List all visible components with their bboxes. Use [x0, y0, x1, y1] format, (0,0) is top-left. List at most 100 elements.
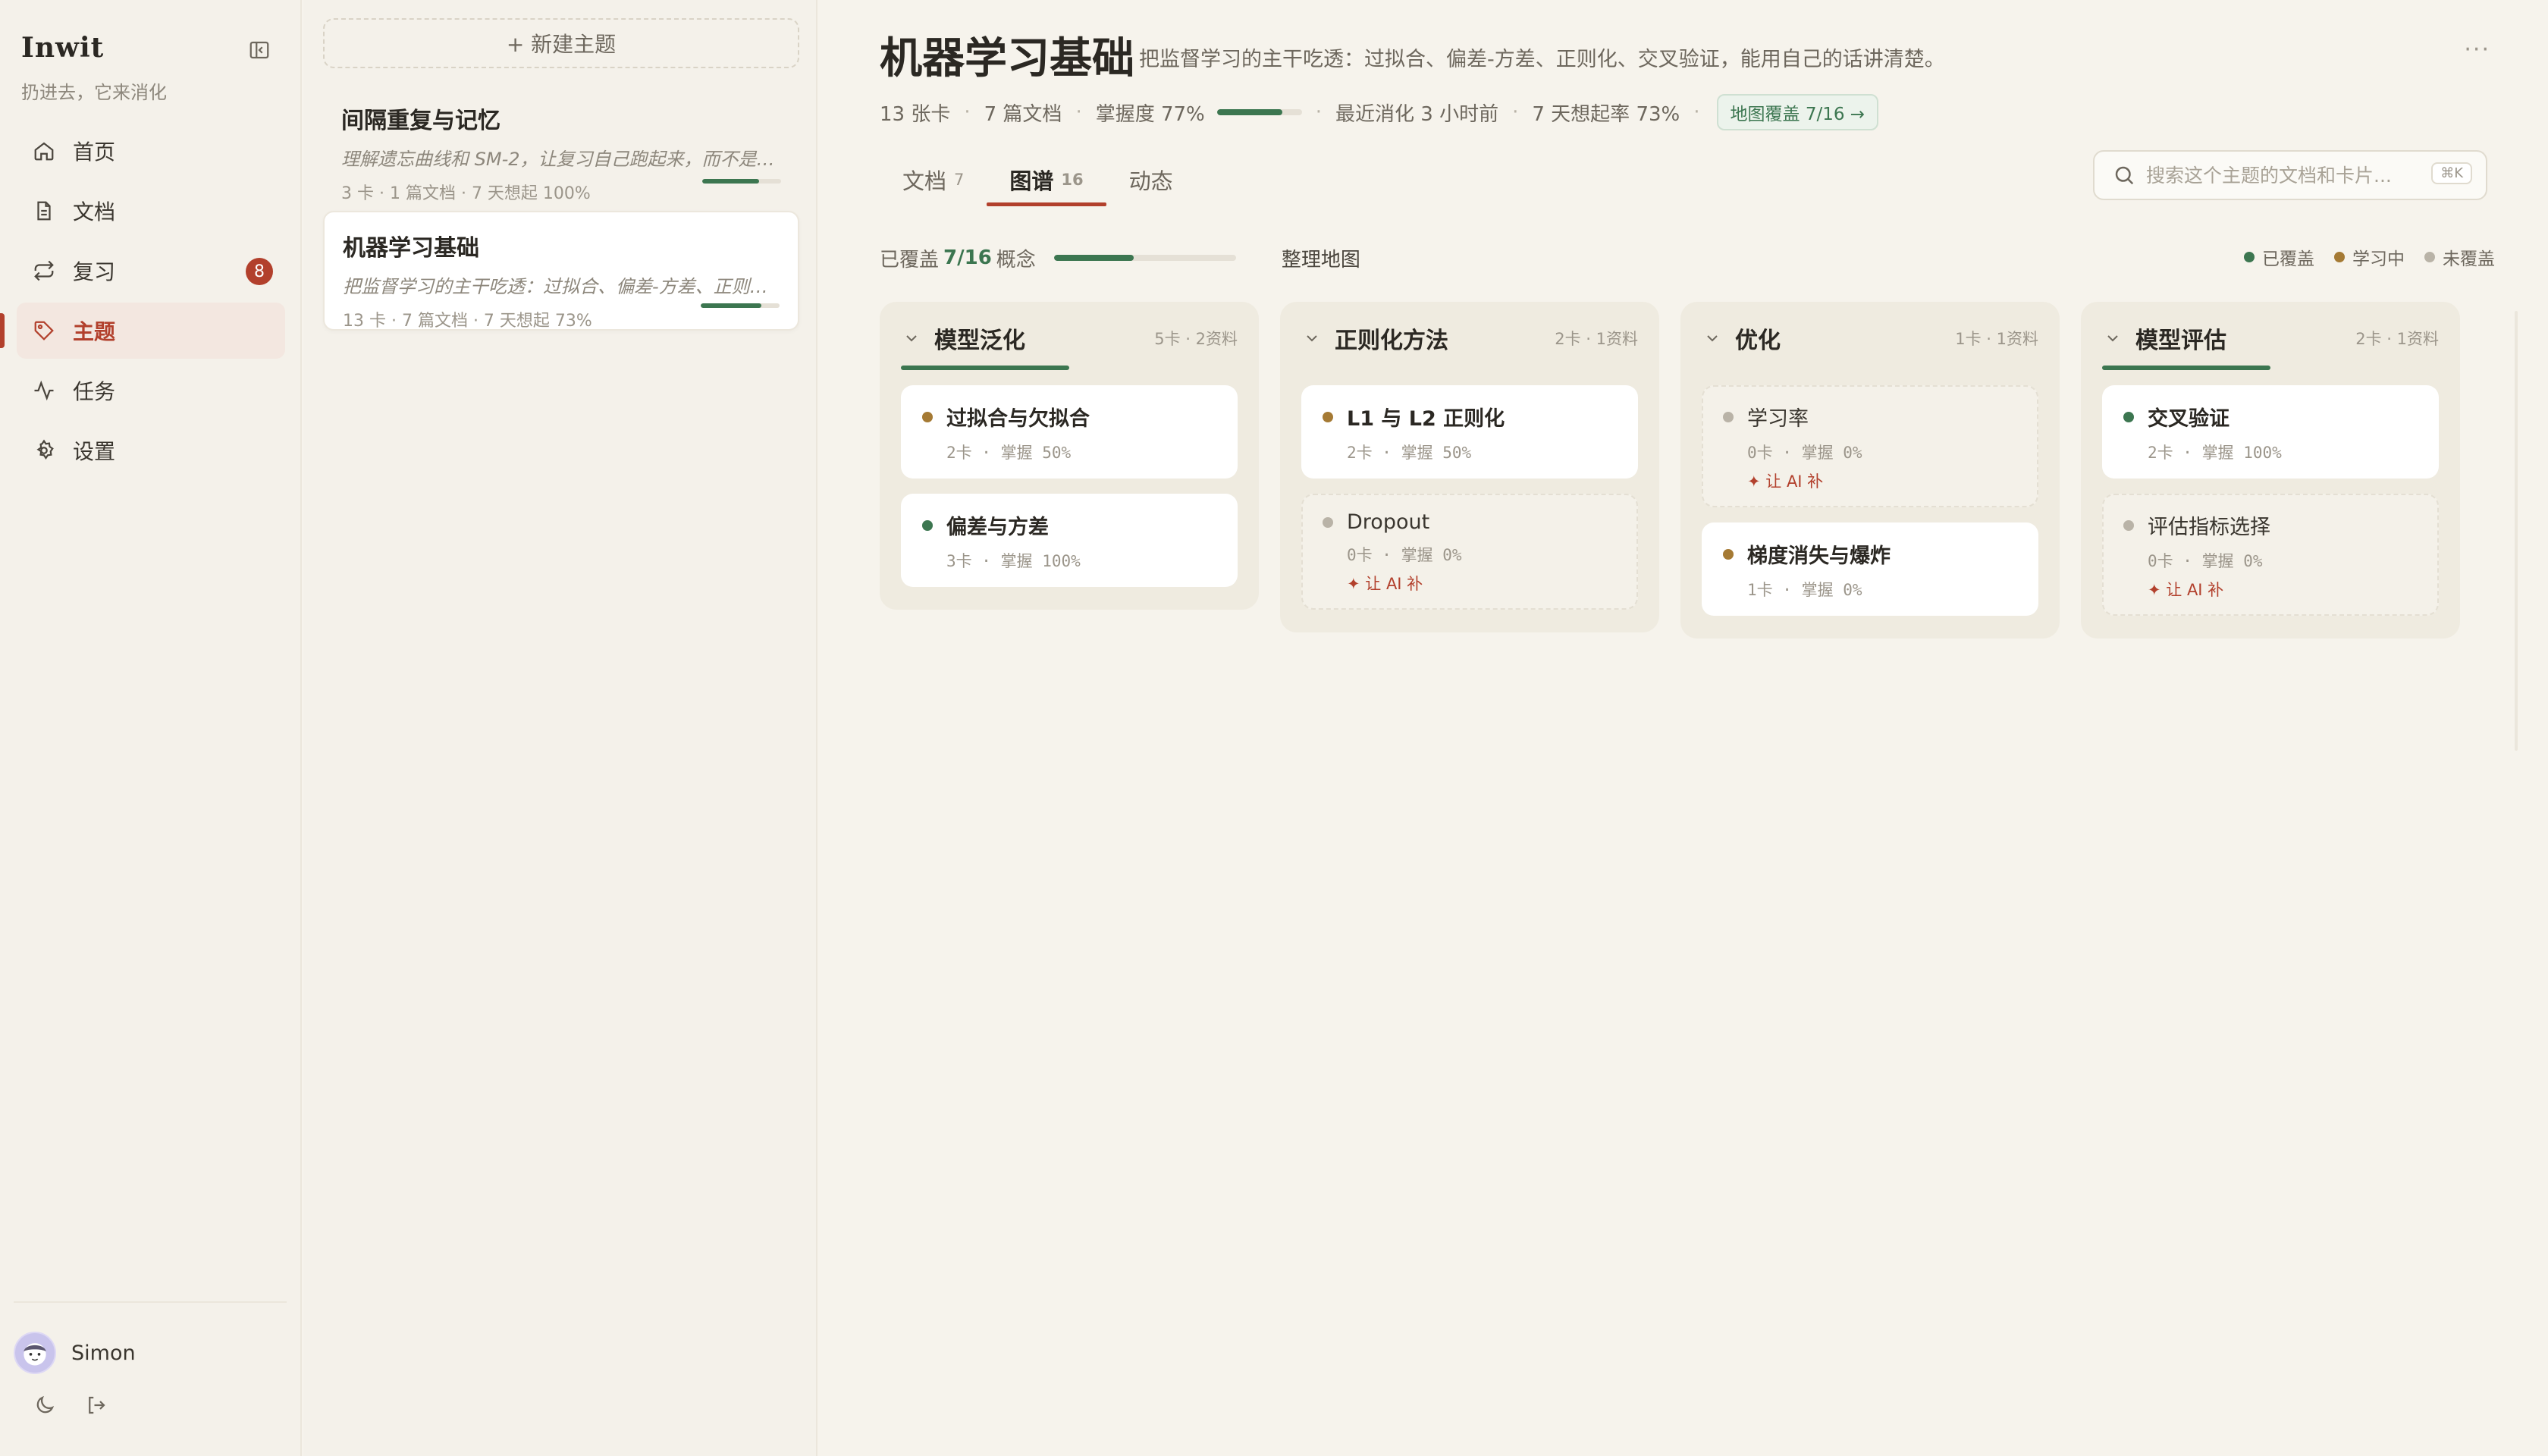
organize-map-button[interactable]: 整理地图 — [1282, 244, 1360, 272]
topic-card[interactable]: 间隔重复与记忆 理解遗忘曲线和 SM-2，让复习自己跑起来，而不是靠意志力 3 … — [323, 85, 799, 205]
chevron-down-icon[interactable] — [1301, 328, 1323, 349]
concept-card[interactable]: 过拟合与欠拟合 2卡 · 掌握 50% — [901, 385, 1238, 479]
separator: · — [1075, 101, 1082, 124]
topic-detail: 机器学习基础 把监督学习的主干吃透：过拟合、偏差-方差、正则化、交叉验证，能用自… — [819, 0, 2548, 1456]
user-profile[interactable]: Simon — [14, 1332, 136, 1374]
theme-toggle-button[interactable] — [33, 1394, 61, 1421]
separator: · — [1315, 101, 1323, 124]
concept-card-uncovered[interactable]: 学习率 0卡 · 掌握 0% ✦ 让 AI 补 — [1702, 385, 2038, 507]
status-dot — [2123, 411, 2134, 422]
separator: · — [1512, 101, 1519, 124]
topic-card-active[interactable]: 机器学习基础 把监督学习的主干吃透：过拟合、偏差-方差、正则化、交叉验证 13 … — [323, 211, 799, 331]
concept-card[interactable]: 梯度消失与爆炸 1卡 · 掌握 0% — [1702, 522, 2038, 616]
chevron-down-icon[interactable] — [901, 328, 922, 349]
tab-documents[interactable]: 文档 7 — [880, 155, 987, 205]
topic-description: 理解遗忘曲线和 SM-2，让复习自己跑起来，而不是靠意志力 — [341, 149, 781, 170]
collapse-sidebar-button[interactable] — [246, 36, 273, 64]
concept-group-regularization: 正则化方法 2卡 · 1资料 L1 与 L2 正则化 2卡 · 掌握 50% D… — [1280, 302, 1659, 632]
nav-label: 设置 — [73, 439, 116, 464]
concept-group-generalization: 模型泛化 5卡 · 2资料 过拟合与欠拟合 2卡 · 掌握 50% 偏差与方差 … — [880, 302, 1259, 610]
concept-card-uncovered[interactable]: Dropout 0卡 · 掌握 0% ✦ 让 AI 补 — [1301, 494, 1638, 610]
logout-button[interactable] — [85, 1394, 112, 1421]
concept-title: 偏差与方差 — [946, 516, 1049, 539]
legend-label: 学习中 — [2352, 249, 2405, 269]
group-header[interactable]: 模型泛化 5卡 · 2资料 — [901, 323, 1238, 354]
chevron-down-icon[interactable] — [2102, 328, 2123, 349]
group-meta: 1卡 · 1资料 — [1955, 330, 2038, 348]
status-dot — [1323, 411, 1333, 422]
recall-rate: 7 天想起率 73% — [1532, 102, 1680, 126]
tab-label: 文档 — [902, 168, 947, 194]
map-coverage-link[interactable]: 地图覆盖 7/16 → — [1716, 94, 1879, 130]
topic-description: 把监督学习的主干吃透：过拟合、偏差-方差、正则化、交叉验证 — [343, 276, 783, 297]
concept-title: 学习率 — [1747, 407, 1809, 431]
status-dot — [1323, 516, 1333, 528]
ai-fill-button[interactable]: ✦ 让 AI 补 — [2123, 578, 2418, 601]
nav-item-topics[interactable]: 主题 — [0, 303, 285, 359]
nav-label: 任务 — [73, 379, 116, 404]
status-dot — [1723, 411, 1734, 422]
group-header[interactable]: 优化 1卡 · 1资料 — [1702, 323, 2038, 354]
concept-card-uncovered[interactable]: 评估指标选择 0卡 · 掌握 0% ✦ 让 AI 补 — [2102, 494, 2439, 616]
sidebar-collapse-icon — [249, 41, 269, 59]
group-meta: 2卡 · 1资料 — [1555, 330, 1638, 348]
coverage-value: 7/16 — [943, 246, 992, 269]
nav-label: 复习 — [73, 259, 116, 284]
topic-progress-bar — [701, 303, 780, 308]
group-progress-bar — [1702, 366, 2038, 370]
concept-card[interactable]: 交叉验证 2卡 · 掌握 100% — [2102, 385, 2439, 479]
concept-card[interactable]: 偏差与方差 3卡 · 掌握 100% — [901, 494, 1238, 587]
status-dot — [922, 519, 933, 531]
concept-meta: 3卡 · 掌握 100% — [946, 552, 1081, 570]
legend-label: 未覆盖 — [2443, 249, 2495, 269]
concept-meta: 0卡 · 掌握 0% — [1347, 546, 1462, 564]
legend-dot — [2424, 252, 2435, 262]
concept-title: 梯度消失与爆炸 — [1747, 544, 1891, 568]
search-input[interactable] — [2146, 164, 2434, 187]
nav-item-documents[interactable]: 文档 — [17, 183, 285, 239]
status-dot — [2123, 519, 2134, 531]
topic-title: 间隔重复与记忆 — [341, 108, 500, 134]
mastery-label: 掌握度 77% — [1095, 102, 1205, 126]
search-icon — [2115, 166, 2134, 185]
document-icon — [30, 197, 58, 224]
tab-label: 动态 — [1128, 168, 1173, 194]
concept-group-evaluation: 模型评估 2卡 · 1资料 交叉验证 2卡 · 掌握 100% 评估指标选择 0… — [2081, 302, 2460, 639]
gear-icon — [30, 437, 58, 464]
group-meta: 5卡 · 2资料 — [1154, 330, 1238, 348]
nav-item-review[interactable]: 复习 8 — [17, 243, 285, 299]
concept-meta: 2卡 · 掌握 50% — [946, 444, 1072, 462]
group-header[interactable]: 正则化方法 2卡 · 1资料 — [1301, 323, 1638, 354]
tab-graph[interactable]: 图谱 16 — [987, 155, 1106, 206]
separator: · — [964, 101, 971, 124]
tag-icon — [30, 317, 58, 344]
group-header[interactable]: 模型评估 2卡 · 1资料 — [2102, 323, 2439, 354]
group-title: 模型泛化 — [934, 328, 1025, 354]
status-dot — [1723, 548, 1734, 560]
group-progress-bar — [1301, 366, 1638, 370]
concept-card[interactable]: L1 与 L2 正则化 2卡 · 掌握 50% — [1301, 385, 1638, 479]
tab-activity[interactable]: 动态 — [1106, 155, 1196, 205]
more-options-button[interactable]: ··· — [2464, 36, 2490, 63]
horizontal-scrollbar[interactable] — [2515, 311, 2518, 751]
tab-count: 16 — [1061, 171, 1084, 189]
home-icon — [30, 137, 58, 165]
avatar-face-icon — [24, 1343, 46, 1366]
chevron-down-icon[interactable] — [1702, 328, 1723, 349]
brand-logo[interactable]: Inwit — [21, 32, 104, 64]
ai-fill-button[interactable]: ✦ 让 AI 补 — [1323, 572, 1617, 595]
sidebar-divider — [14, 1301, 287, 1303]
legend-item-learning: 学习中 — [2334, 244, 2405, 270]
topic-stats: 13 张卡 · 7 篇文档 · 掌握度 77% · 最近消化 3 小时前 · 7… — [880, 94, 1879, 130]
nav-item-settings[interactable]: 设置 — [17, 422, 285, 479]
topic-search[interactable]: ⌘K — [2093, 150, 2487, 200]
concept-title: L1 与 L2 正则化 — [1347, 407, 1505, 431]
concept-meta: 1卡 · 掌握 0% — [1747, 581, 1862, 599]
ai-fill-button[interactable]: ✦ 让 AI 补 — [1723, 469, 2017, 492]
review-count-badge: 8 — [246, 258, 273, 285]
nav-item-tasks[interactable]: 任务 — [17, 362, 285, 419]
nav-label: 主题 — [73, 319, 116, 344]
nav-item-home[interactable]: 首页 — [17, 123, 285, 179]
new-topic-button[interactable]: + 新建主题 — [323, 18, 799, 68]
group-meta: 2卡 · 1资料 — [2355, 330, 2439, 348]
